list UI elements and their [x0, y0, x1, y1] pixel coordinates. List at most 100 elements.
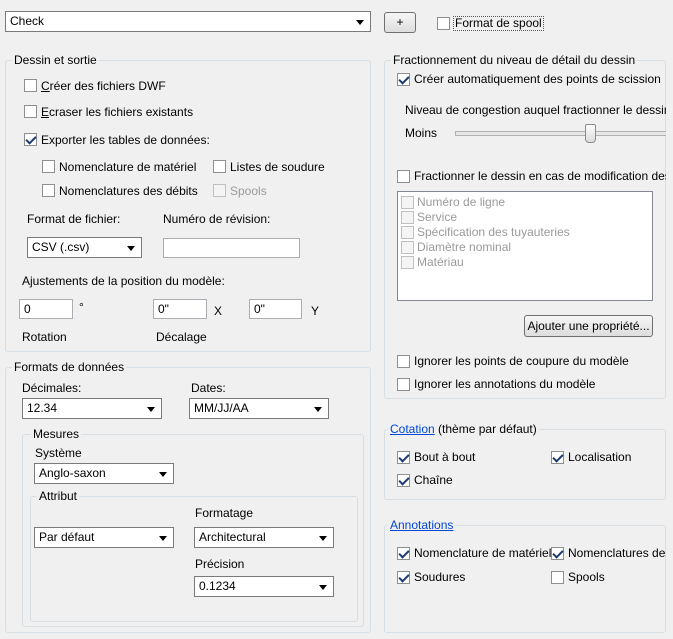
bom-label[interactable]: Nomenclature de matériel — [59, 160, 196, 174]
degree-symbol: ° — [79, 300, 84, 314]
property-label[interactable]: Service — [417, 210, 457, 224]
export-tables-checkbox[interactable] — [24, 133, 37, 146]
property-label[interactable]: Matériau — [417, 255, 464, 269]
chain-label[interactable]: Chaîne — [414, 473, 453, 487]
end-to-end-checkbox[interactable] — [397, 451, 410, 464]
system-select[interactable]: Anglo-saxon — [34, 463, 174, 484]
spool-format-label[interactable]: Format de spool — [453, 16, 544, 31]
cut-lists-checkbox[interactable] — [42, 184, 55, 197]
ignore-annotations-checkbox[interactable] — [397, 378, 410, 391]
annot-welds-checkbox[interactable] — [397, 571, 410, 584]
create-dwf-label[interactable]: Créer des fichiers DWF — [41, 79, 166, 93]
chevron-down-icon — [319, 585, 327, 590]
annot-bom-label[interactable]: Nomenclature de matériel — [414, 546, 551, 560]
overwrite-text: craser les fichiers existants — [49, 105, 194, 119]
revision-label: Numéro de révision: — [163, 212, 271, 226]
offset-label: Décalage — [156, 330, 207, 344]
property-checkbox[interactable] — [401, 241, 414, 254]
auto-split-label[interactable]: Créer automatiquement des points de scis… — [414, 72, 661, 86]
attribute-select[interactable]: Par défaut — [34, 527, 174, 548]
split-on-change-clip: Fractionner le dessin en cas de modifica… — [414, 168, 666, 184]
property-checkbox[interactable] — [401, 256, 414, 269]
template-select[interactable]: Check — [5, 11, 371, 32]
cut-lists-label[interactable]: Nomenclatures des débits — [59, 184, 198, 198]
file-format-value: CSV (.csv) — [32, 240, 90, 254]
decimals-select[interactable]: 12.34 — [22, 398, 162, 419]
annot-spools-checkbox[interactable] — [551, 571, 564, 584]
annot-spools-label[interactable]: Spools — [568, 570, 605, 584]
location-checkbox[interactable] — [551, 451, 564, 464]
property-checkbox[interactable] — [401, 196, 414, 209]
chevron-down-icon — [127, 246, 135, 251]
spool-format-checkbox[interactable] — [437, 17, 450, 30]
add-property-button[interactable]: Ajouter une propriété... — [524, 315, 653, 337]
ignore-breakpoints-checkbox[interactable] — [397, 355, 410, 368]
attribute-title: Attribut — [37, 489, 80, 503]
weld-lists-label[interactable]: Listes de soudure — [230, 160, 325, 174]
ignore-breakpoints-label[interactable]: Ignorer les points de coupure du modèle — [414, 354, 629, 368]
file-format-label: Format de fichier: — [27, 212, 121, 226]
chevron-down-icon — [147, 407, 155, 412]
system-label: Système — [35, 446, 82, 460]
annot-cut-lists-clip: Nomenclatures des débits — [568, 545, 666, 561]
dates-label: Dates: — [191, 381, 226, 395]
annotations-title: Annotations — [388, 518, 456, 532]
precision-select[interactable]: 0.1234 — [194, 576, 334, 597]
offset-x-input[interactable]: 0" — [153, 299, 207, 319]
auto-split-checkbox[interactable] — [397, 73, 410, 86]
dimensioning-link[interactable]: Cotation — [390, 422, 435, 436]
chevron-down-icon — [159, 536, 167, 541]
location-label[interactable]: Localisation — [568, 450, 631, 464]
file-format-select[interactable]: CSV (.csv) — [27, 237, 142, 258]
create-dwf-mnemonic: C — [41, 79, 50, 93]
property-label[interactable]: Spécification des tuyauteries — [417, 225, 570, 239]
precision-label: Précision — [195, 557, 245, 571]
congestion-slider[interactable] — [455, 124, 666, 144]
congestion-label: Niveau de congestion auquel fractionner … — [405, 103, 666, 117]
offset-y-input[interactable]: 0" — [249, 299, 302, 319]
annot-bom-checkbox[interactable] — [397, 547, 410, 560]
congestion-label-clip: Niveau de congestion auquel fractionner … — [405, 103, 666, 119]
weld-lists-checkbox[interactable] — [213, 160, 226, 173]
rotation-input[interactable]: 0 — [19, 299, 73, 319]
bom-checkbox[interactable] — [42, 160, 55, 173]
spools-checkbox[interactable] — [213, 184, 226, 197]
precision-value: 0.1234 — [199, 579, 236, 593]
dates-select[interactable]: MM/JJ/AA — [189, 398, 329, 419]
overwrite-label[interactable]: Ecraser les fichiers existants — [41, 105, 193, 119]
decimals-value: 12.34 — [27, 401, 58, 415]
annotations-link[interactable]: Annotations — [390, 518, 453, 532]
chain-checkbox[interactable] — [397, 474, 410, 487]
property-label[interactable]: Numéro de ligne — [417, 195, 505, 209]
end-to-end-label[interactable]: Bout à bout — [414, 450, 475, 464]
property-label[interactable]: Diamètre nominal — [417, 240, 511, 254]
split-on-change-checkbox[interactable] — [397, 170, 410, 183]
chevron-down-icon — [159, 472, 167, 477]
split-title: Fractionnement du niveau de détail du de… — [391, 53, 638, 67]
formatting-label: Formatage — [195, 506, 254, 520]
formatting-select[interactable]: Architectural — [194, 527, 334, 548]
split-on-change-label[interactable]: Fractionner le dessin en cas de modifica… — [414, 169, 666, 183]
property-checkbox[interactable] — [401, 226, 414, 239]
property-checkbox[interactable] — [401, 211, 414, 224]
attribute-value: Par défaut — [39, 530, 95, 544]
chevron-down-icon — [356, 20, 364, 25]
export-tables-label[interactable]: Exporter les tables de données: — [41, 133, 210, 147]
create-dwf-checkbox[interactable] — [24, 79, 37, 92]
add-button[interactable]: + — [384, 12, 416, 33]
overwrite-checkbox[interactable] — [24, 105, 37, 118]
decimals-label: Décimales: — [22, 381, 82, 395]
slider-thumb[interactable] — [585, 124, 596, 143]
drawing-output-title: Dessin et sortie — [12, 53, 99, 67]
annot-welds-label[interactable]: Soudures — [414, 570, 465, 584]
formatting-value: Architectural — [199, 530, 266, 544]
dimensioning-title: Cotation (thème par défaut) — [388, 422, 539, 436]
dimensioning-title-rest: (thème par défaut) — [434, 422, 537, 436]
attribute-group — [30, 496, 358, 622]
annot-cut-lists-checkbox[interactable] — [551, 547, 564, 560]
spools-label[interactable]: Spools — [230, 184, 267, 198]
chevron-down-icon — [319, 536, 327, 541]
ignore-annotations-label[interactable]: Ignorer les annotations du modèle — [414, 377, 595, 391]
annot-cut-lists-label[interactable]: Nomenclatures des débits — [568, 546, 666, 560]
revision-input[interactable] — [163, 238, 300, 258]
